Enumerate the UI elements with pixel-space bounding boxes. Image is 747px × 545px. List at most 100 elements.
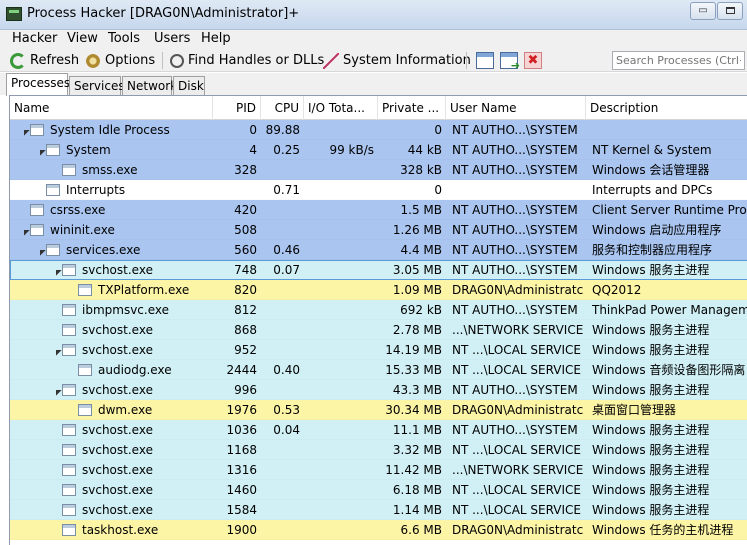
table-row[interactable]: System Idle Process 0 89.88 0 NT AUTHO...\SY… [10,120,747,140]
table-row[interactable]: svchost.exe 868 2.78 MB ...\NETWORK SERVICE… [10,320,747,340]
process-pid: 748 [234,263,257,277]
table-row[interactable]: svchost.exe 1036 0.04 11.1 MB NT AUTHO...\SY… [10,420,747,440]
process-name: services.exe [66,243,141,257]
tree-expander-icon[interactable] [50,384,62,396]
tree-expander-icon[interactable] [34,144,46,156]
process-icon [46,244,60,256]
table-row[interactable]: TXPlatform.exe 820 1.09 MB DRAG0N\Administr… [10,280,747,300]
process-user: NT AUTHO...\SYSTEM [452,423,578,437]
process-cpu [261,500,304,520]
table-row[interactable]: svchost.exe 1460 6.18 MB NT ...\LOCAL SERVI… [10,480,747,500]
find-window-icon[interactable] [476,52,494,69]
table-row[interactable]: svchost.exe 996 43.3 MB NT AUTHO...\SYSTEM W… [10,380,747,400]
process-cpu: 0.04 [273,423,300,437]
process-icon [30,224,44,236]
process-io: 99 kB/s [329,143,374,157]
menu-help[interactable]: Help [201,31,231,46]
column-description[interactable]: Description [586,96,747,120]
table-row[interactable]: svchost.exe 1316 11.42 MB ...\NETWORK SERVI… [10,460,747,480]
process-name: svchost.exe [82,463,153,477]
find-handles-button[interactable]: Find Handles or DLLs [170,52,324,69]
menu-tools[interactable]: Tools [108,31,140,46]
minimize-button[interactable]: ▭ [690,2,716,20]
tab-network[interactable]: Network [122,76,177,95]
process-name: TXPlatform.exe [98,283,190,297]
menu-users[interactable]: Users [154,31,190,46]
column-cpu[interactable]: CPU [261,96,304,120]
process-pid: 1036 [226,423,257,437]
process-pid: 1900 [226,523,257,537]
process-description [588,120,747,140]
process-private-bytes: 1.09 MB [392,283,442,297]
table-row[interactable]: svchost.exe 1168 3.32 MB NT ...\LOCAL SERVI… [10,440,747,460]
table-row[interactable]: svchost.exe 748 0.07 3.05 MB NT AUTHO...\SYS… [10,260,747,280]
table-row[interactable]: csrss.exe 420 1.5 MB NT AUTHO...\SYSTEM Clie… [10,200,747,220]
tree-expander-icon[interactable] [18,124,30,136]
table-row[interactable]: wininit.exe 508 1.26 MB NT AUTHO...\SYSTEM W… [10,220,747,240]
tree-expander-icon[interactable] [18,224,30,236]
process-io [304,220,378,240]
process-io [304,160,378,180]
options-button[interactable]: Options [85,52,155,69]
process-cpu [261,220,304,240]
process-name: svchost.exe [82,343,153,357]
process-pid: 1316 [226,463,257,477]
process-user: NT AUTHO...\SYSTEM [452,203,578,217]
process-description: 桌面窗口管理器 [592,403,677,417]
process-name: svchost.exe [82,483,153,497]
refresh-icon [10,52,26,69]
tree-expander-icon[interactable] [50,264,62,276]
table-row[interactable]: Interrupts 0.71 0 Interrupts and DPCs [10,180,747,200]
table-row[interactable]: audiodg.exe 2444 0.40 15.33 MB NT ...\LOCAL … [10,360,747,380]
process-icon [62,424,76,436]
process-icon [78,364,92,376]
menu-view[interactable]: View [67,31,98,46]
tab-disk[interactable]: Disk [173,76,205,95]
system-information-button[interactable]: System Information [323,52,471,69]
column-user-name[interactable]: User Name [446,96,586,120]
process-user: NT AUTHO...\SYSTEM [452,303,578,317]
process-description: Windows 服务主进程 [592,343,710,357]
process-cpu [261,460,304,480]
find-window-thread-icon[interactable] [500,52,520,72]
tab-processes[interactable]: Processes [6,73,70,96]
process-io [304,440,378,460]
tree-expander-icon[interactable] [34,244,46,256]
tab-services[interactable]: Services [69,76,125,95]
process-cpu: 0.25 [273,143,300,157]
menu-hacker[interactable]: Hacker [12,31,57,46]
process-user: DRAG0N\Administratc [452,283,584,297]
column-private-bytes[interactable]: Private ... [378,96,446,120]
process-user: NT ...\LOCAL SERVICE [452,343,581,357]
maximize-button[interactable] [717,2,743,20]
table-row[interactable]: dwm.exe 1976 0.53 30.34 MB DRAG0N\Administra… [10,400,747,420]
refresh-button[interactable]: Refresh [10,52,79,69]
process-description: Windows 服务主进程 [592,503,710,517]
process-description: Windows 服务主进程 [592,263,710,277]
process-icon [62,344,76,356]
column-pid[interactable]: PID [213,96,261,120]
table-row[interactable]: ibmpmsvc.exe 812 692 kB NT AUTHO...\SYSTEM T… [10,300,747,320]
process-name: csrss.exe [50,203,106,217]
search-input[interactable] [612,51,745,70]
table-row[interactable]: System 4 0.25 99 kB/s 44 kB NT AUTHO...\SYSTE… [10,140,747,160]
table-row[interactable]: taskhost.exe 1900 6.6 MB DRAG0N\Administrat… [10,520,747,540]
process-icon [78,284,92,296]
process-name: svchost.exe [82,503,153,517]
process-pid: 0 [249,123,257,137]
process-cpu: 89.88 [265,123,300,137]
tree-expander-icon[interactable] [50,344,62,356]
process-io [304,180,378,200]
process-user: ...\NETWORK SERVICE [452,323,584,337]
process-icon [30,204,44,216]
table-row[interactable]: smss.exe 328 328 kB NT AUTHO...\SYSTEM Windo… [10,160,747,180]
column-io-total[interactable]: I/O Tota... [304,96,378,120]
app-icon [6,7,22,21]
table-row[interactable]: svchost.exe 1584 1.14 MB NT ...\LOCAL SERVI… [10,500,747,520]
process-user: NT AUTHO...\SYSTEM [452,223,578,237]
process-description: Windows 会话管理器 [592,163,710,177]
kill-window-icon[interactable]: ✖ [524,52,542,69]
column-name[interactable]: Name [10,96,213,120]
table-row[interactable]: svchost.exe 952 14.19 MB NT ...\LOCAL SERVI… [10,340,747,360]
table-row[interactable]: services.exe 560 0.46 4.4 MB NT AUTHO...\SYS… [10,240,747,260]
